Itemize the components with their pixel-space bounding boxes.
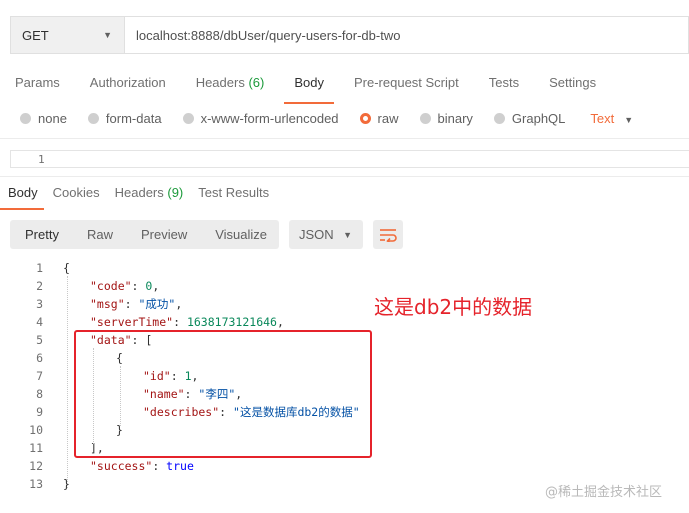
line-number: 5 xyxy=(36,333,43,347)
body-type-binary[interactable]: binary xyxy=(419,111,473,126)
chevron-down-icon: ▼ xyxy=(624,115,634,125)
line-number: 4 xyxy=(36,315,43,329)
line-number: 13 xyxy=(29,477,43,491)
radio-icon xyxy=(20,113,31,124)
json-key: "success" xyxy=(90,459,153,473)
request-bar: GET ▼ localhost:8888/dbUser/query-users-… xyxy=(10,16,689,56)
view-pretty-button[interactable]: Pretty xyxy=(25,227,59,242)
request-tabs: Params Authorization Headers (6) Body Pr… xyxy=(15,74,626,104)
body-type-urlencoded[interactable]: x-www-form-urlencoded xyxy=(182,111,339,126)
line-number: 3 xyxy=(36,297,43,311)
body-type-label: GraphQL xyxy=(511,111,566,126)
line-number: 11 xyxy=(29,441,43,455)
body-type-group: none form-data x-www-form-urlencoded raw… xyxy=(20,111,633,126)
code-line: 4 "serverTime": 1638173121646, xyxy=(0,313,689,331)
url-input[interactable]: localhost:8888/dbUser/query-users-for-db… xyxy=(124,16,689,54)
line-number: 7 xyxy=(36,369,43,383)
response-headers-count: (9) xyxy=(167,185,184,200)
headers-count: (6) xyxy=(248,75,265,90)
tab-pre-request-script[interactable]: Pre-request Script xyxy=(354,74,459,104)
body-type-graphql[interactable]: GraphQL xyxy=(493,111,566,126)
json-value: "成功" xyxy=(138,297,176,311)
format-select[interactable]: JSON ▼ xyxy=(289,220,363,249)
line-number: 8 xyxy=(36,387,43,401)
tab-settings[interactable]: Settings xyxy=(549,74,596,104)
json-value: true xyxy=(166,459,194,473)
json-value: 0 xyxy=(145,279,153,293)
indent-guide xyxy=(67,276,69,488)
code-line: 1{ xyxy=(0,259,689,277)
code-line: 2 "code": 0, xyxy=(0,277,689,295)
json-key: "code" xyxy=(90,279,132,293)
tab-response-headers[interactable]: Headers (9) xyxy=(115,185,184,210)
tab-headers[interactable]: Headers (6) xyxy=(196,74,265,104)
tab-authorization[interactable]: Authorization xyxy=(90,74,166,104)
body-type-label: form-data xyxy=(105,111,162,126)
radio-icon xyxy=(182,113,194,124)
json-key: "msg" xyxy=(90,297,125,311)
annotation-highlight-box xyxy=(74,330,372,458)
tab-response-headers-label: Headers xyxy=(114,185,164,200)
body-type-label: binary xyxy=(437,111,473,126)
body-type-none[interactable]: none xyxy=(20,111,67,126)
tab-response-body[interactable]: Body xyxy=(0,185,44,210)
wrap-icon xyxy=(380,228,397,242)
code-line: 12 "success": true xyxy=(0,457,689,475)
radio-icon xyxy=(87,113,99,124)
body-type-label: raw xyxy=(377,111,399,126)
request-body-editor[interactable]: 1 xyxy=(10,150,689,168)
line-number: 1 xyxy=(36,261,43,275)
body-format-select[interactable]: Text ▼ xyxy=(590,111,633,126)
method-label: GET xyxy=(22,27,49,43)
code-line: 3 "msg": "成功", xyxy=(0,295,689,313)
tab-test-results[interactable]: Test Results xyxy=(198,185,269,210)
line-number: 6 xyxy=(36,351,43,365)
tab-cookies[interactable]: Cookies xyxy=(53,185,100,210)
method-select[interactable]: GET ▼ xyxy=(10,16,124,54)
annotation-text: 这是db2中的数据 xyxy=(374,295,533,319)
body-type-form-data[interactable]: form-data xyxy=(87,111,162,126)
radio-icon xyxy=(493,113,505,124)
view-mode-group: Pretty Raw Preview Visualize xyxy=(10,220,279,249)
view-raw-button[interactable]: Raw xyxy=(87,227,113,242)
view-visualize-button[interactable]: Visualize xyxy=(215,227,267,242)
body-type-raw[interactable]: raw xyxy=(359,111,399,126)
tab-headers-label: Headers xyxy=(195,75,245,90)
tab-body[interactable]: Body xyxy=(284,74,334,104)
tab-params[interactable]: Params xyxy=(15,74,60,104)
chevron-down-icon: ▼ xyxy=(103,30,112,40)
line-number: 12 xyxy=(29,459,43,473)
radio-selected-icon xyxy=(359,113,371,124)
body-type-label: x-www-form-urlencoded xyxy=(200,111,339,126)
line-number: 9 xyxy=(36,405,43,419)
watermark: @稀土掘金技术社区 xyxy=(545,485,663,500)
line-number: 1 xyxy=(38,153,45,166)
line-number: 2 xyxy=(36,279,43,293)
response-tabs: Body Cookies Headers (9) Test Results xyxy=(0,185,284,210)
radio-icon xyxy=(419,113,431,124)
wrap-lines-button[interactable] xyxy=(373,220,403,249)
tab-tests[interactable]: Tests xyxy=(489,74,519,104)
json-key: "serverTime" xyxy=(90,315,174,329)
chevron-down-icon: ▼ xyxy=(343,229,352,240)
body-format-label: Text xyxy=(590,111,615,126)
format-label: JSON xyxy=(299,227,334,242)
body-type-label: none xyxy=(38,111,67,126)
json-value: 1638173121646 xyxy=(186,315,277,329)
divider xyxy=(0,138,689,139)
divider xyxy=(0,176,689,177)
line-number: 10 xyxy=(29,423,43,437)
view-preview-button[interactable]: Preview xyxy=(141,227,187,242)
